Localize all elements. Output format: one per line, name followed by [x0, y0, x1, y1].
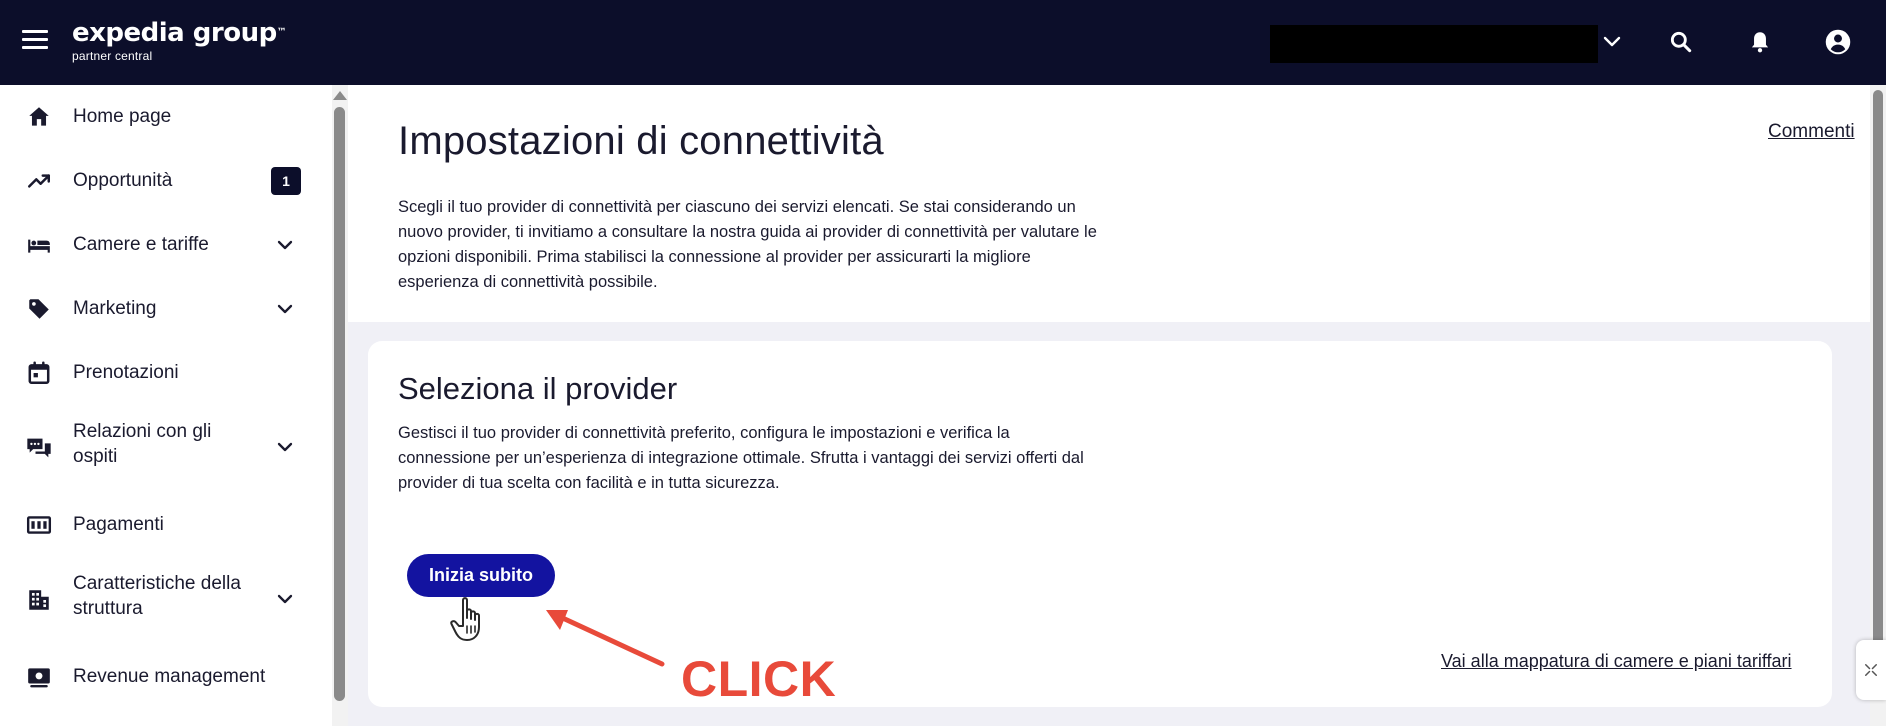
tag-icon — [24, 294, 54, 324]
trending-up-icon — [24, 166, 54, 196]
sidebar-item-label-line1: Caratteristiche della — [73, 573, 241, 594]
sidebar-scrollbar-thumb[interactable] — [334, 107, 345, 701]
account-circle-icon — [1825, 29, 1851, 55]
sidebar-item-revenue-management[interactable]: Revenue management — [0, 659, 330, 695]
sidebar-item-rooms-rates[interactable]: Camere e tariffe — [0, 227, 330, 263]
sidebar: Home page Opportunità 1 Camere e tariffe… — [0, 85, 348, 726]
comments-link[interactable]: Commenti — [1768, 121, 1855, 143]
notification-badge: 1 — [271, 167, 301, 195]
click-annotation: CLICK — [681, 651, 837, 707]
calendar-icon — [24, 358, 54, 388]
sidebar-item-label-line1: Relazioni con gli — [73, 421, 212, 442]
card-title: Seleziona il provider — [398, 371, 678, 406]
notifications-button[interactable] — [1744, 26, 1776, 58]
sidebar-item-label: Pagamenti — [73, 514, 164, 535]
room-mapping-link[interactable]: Vai alla mappatura di camere e piani tar… — [1441, 651, 1792, 672]
sidebar-item-label: Opportunità — [73, 170, 173, 191]
payments-icon — [24, 510, 54, 540]
bed-icon — [24, 230, 54, 260]
sidebar-item-guest-relations[interactable]: Relazioni con gli ospiti — [0, 419, 330, 475]
bell-icon — [1751, 32, 1769, 53]
arrow-icon — [546, 610, 665, 667]
page-scrollbar-thumb[interactable] — [1873, 90, 1883, 650]
chevron-down-icon[interactable] — [1600, 30, 1624, 54]
top-bar: expedia group™ partner central — [0, 0, 1886, 85]
sidebar-item-label-line2: struttura — [73, 598, 143, 619]
chevron-down-icon — [277, 240, 293, 250]
revenue-icon — [24, 662, 54, 692]
sidebar-item-opportunities[interactable]: Opportunità 1 — [0, 163, 330, 199]
search-button[interactable] — [1665, 26, 1697, 58]
expand-icon — [1865, 664, 1877, 676]
page-description: Scegli il tuo provider di connettività p… — [398, 198, 1097, 291]
sidebar-item-home[interactable]: Home page — [0, 99, 330, 135]
sidebar-item-marketing[interactable]: Marketing — [0, 291, 330, 327]
chat-icon — [24, 433, 54, 463]
sidebar-item-label: Marketing — [73, 298, 157, 319]
chevron-down-icon — [277, 304, 293, 314]
chevron-down-icon — [277, 442, 293, 452]
chevron-down-icon — [277, 594, 293, 604]
sidebar-item-label: Revenue management — [73, 666, 266, 687]
feedback-widget[interactable] — [1856, 640, 1886, 700]
sidebar-item-label: Prenotazioni — [73, 362, 179, 383]
search-icon — [1670, 31, 1692, 53]
scroll-up-arrow-icon[interactable] — [333, 91, 347, 100]
sidebar-item-label-line2: ospiti — [73, 446, 118, 467]
sidebar-item-label: Home page — [73, 106, 172, 127]
card-description: Gestisci il tuo provider di connettività… — [398, 424, 1084, 492]
logo-subtitle: partner central — [72, 49, 153, 63]
home-icon — [24, 102, 54, 132]
menu-icon[interactable] — [22, 30, 48, 54]
account-button[interactable] — [1822, 26, 1854, 58]
start-button[interactable]: Inizia subito — [407, 554, 555, 597]
sidebar-item-reservations[interactable]: Prenotazioni — [0, 355, 330, 391]
property-selector[interactable] — [1270, 25, 1598, 63]
sidebar-item-label: Camere e tariffe — [73, 234, 209, 255]
page-title: Impostazioni di connettività — [398, 119, 884, 163]
logo[interactable]: expedia group™ partner central — [72, 18, 287, 63]
sidebar-item-payments[interactable]: Pagamenti — [0, 507, 330, 543]
hand-pointer-icon — [450, 597, 480, 641]
logo-text: expedia group™ — [72, 18, 287, 48]
sidebar-item-property-details[interactable]: Caratteristiche della struttura — [0, 571, 330, 627]
page-header: Impostazioni di connettività Scegli il t… — [348, 85, 1886, 322]
building-icon — [24, 585, 54, 615]
